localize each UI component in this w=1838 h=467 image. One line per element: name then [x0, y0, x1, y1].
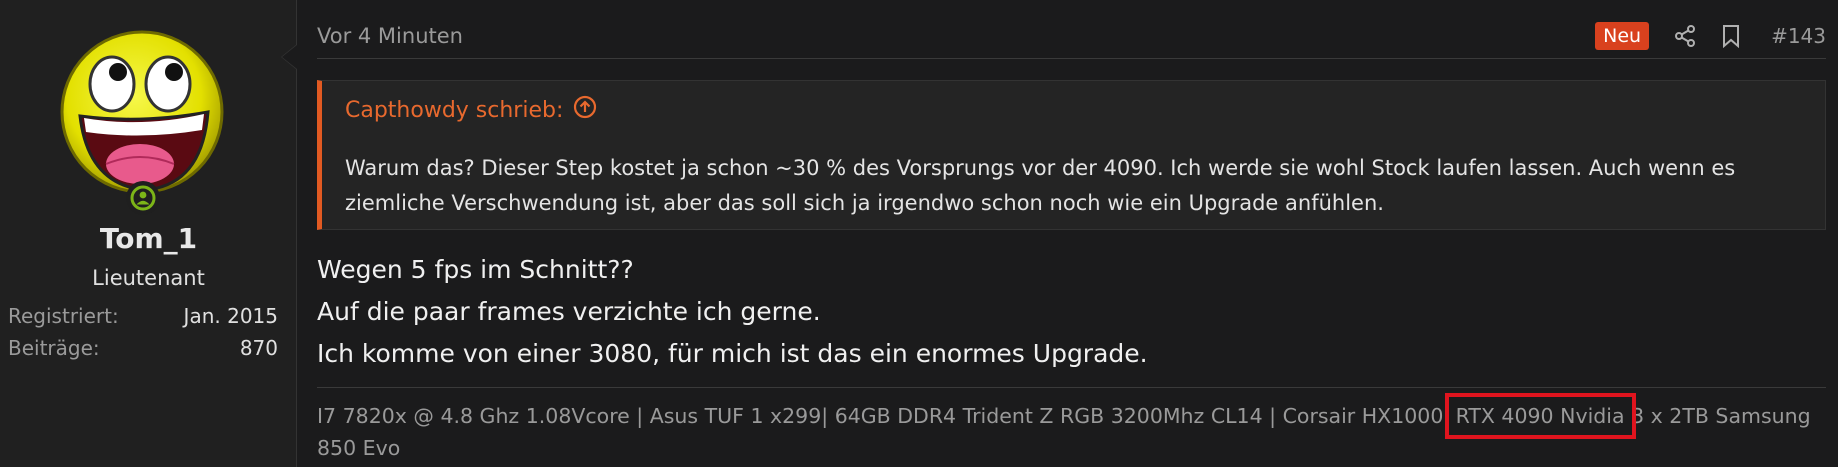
arrow-up-circle-icon[interactable] [573, 95, 597, 125]
quote-text: Warum das? Dieser Step kostet ja schon ~… [345, 156, 1736, 215]
quote-block: Capthowdy schrieb: Warum das? Dieser Ste… [317, 80, 1826, 230]
message-line: Ich komme von einer 3080, für mich ist d… [317, 339, 1148, 368]
user-info-panel: Tom_1 Lieutenant Registriert: Jan. 2015 … [0, 0, 297, 467]
message-line: Auf die paar frames verzichte ich gerne. [317, 297, 821, 326]
new-badge: Neu [1595, 22, 1650, 50]
stat-value[interactable]: 870 [240, 336, 278, 360]
message-body: Wegen 5 fps im Schnitt?? Auf die paar fr… [317, 249, 1826, 375]
stat-posts: Beiträge: 870 [8, 336, 278, 360]
quote-author[interactable]: Capthowdy schrieb: [345, 98, 563, 123]
signature-highlight-gpu: RTX 4090 Nvidia [1444, 393, 1636, 439]
user-title: Lieutenant [92, 266, 205, 290]
username[interactable]: Tom_1 [0, 222, 297, 255]
online-status-icon [126, 181, 160, 215]
stat-label: Beiträge: [8, 336, 100, 360]
signature-text: I7 7820x @ 4.8 Ghz 1.08Vcore | Asus TUF … [317, 404, 1456, 428]
quote-header[interactable]: Capthowdy schrieb: [345, 95, 597, 125]
post-number-link[interactable]: #143 [1771, 24, 1826, 48]
post-time[interactable]: Vor 4 Minuten [317, 24, 463, 48]
post-meta-bar: Vor 4 Minuten Neu #143 [317, 18, 1826, 59]
post-main: Vor 4 Minuten Neu #143 Capthowdy schrieb… [297, 0, 1838, 467]
stat-label: Registriert: [8, 304, 119, 328]
forum-post: Tom_1 Lieutenant Registriert: Jan. 2015 … [0, 0, 1838, 467]
awesome-face-avatar[interactable] [52, 24, 232, 204]
post-actions: Neu #143 [1595, 18, 1826, 54]
bookmark-icon[interactable] [1715, 20, 1747, 52]
share-icon[interactable] [1669, 20, 1701, 52]
message-line: Wegen 5 fps im Schnitt?? [317, 255, 634, 284]
user-signature: I7 7820x @ 4.8 Ghz 1.08Vcore | Asus TUF … [317, 387, 1826, 464]
stat-registered: Registriert: Jan. 2015 [8, 304, 278, 328]
stat-value: Jan. 2015 [183, 304, 278, 328]
